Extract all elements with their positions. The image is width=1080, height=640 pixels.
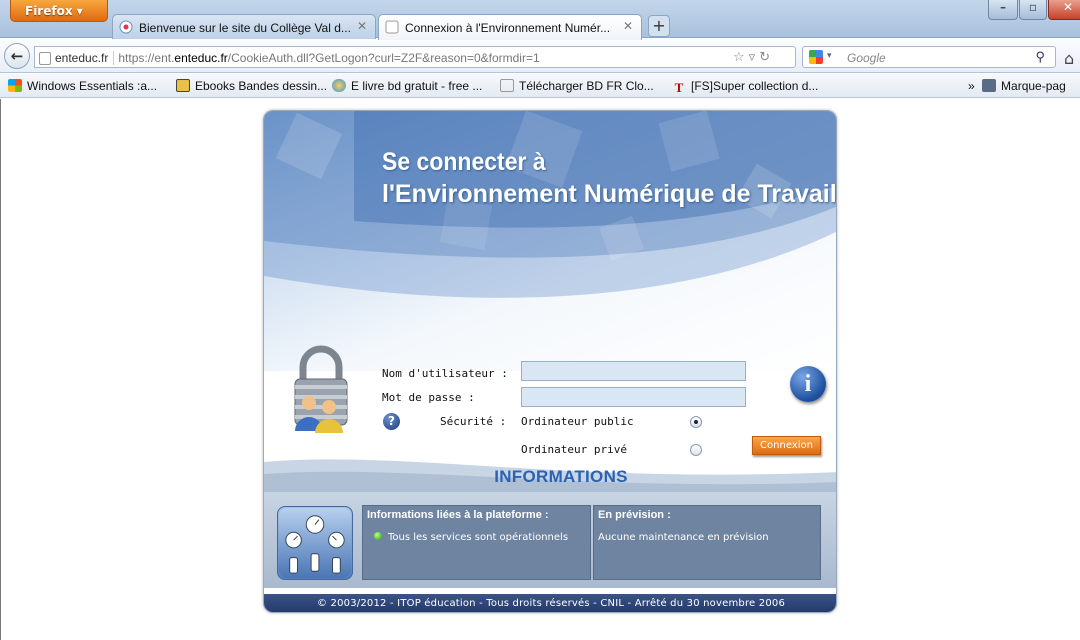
- book-icon: [176, 79, 190, 92]
- bookmarks-menu-label: Marque-pag: [1001, 79, 1066, 93]
- platform-status-text: Tous les services sont opérationnels: [388, 532, 569, 543]
- password-label: Mot de passe :: [382, 391, 475, 404]
- page-favicon-icon: [385, 20, 399, 34]
- option-public-label: Ordinateur public: [521, 415, 634, 428]
- bookmark-label: Télécharger BD FR Clo...: [519, 79, 654, 93]
- google-logo-icon: [809, 50, 823, 64]
- bookmarks-icon: [982, 79, 997, 92]
- page-icon: [500, 79, 514, 92]
- bookmark-label: Windows Essentials :a...: [27, 79, 158, 93]
- header-banner: Se connecter à l'Environnement Numérique…: [264, 111, 837, 371]
- url-actions: ☆▿↻: [733, 50, 774, 65]
- footer-copyright: © 2003/2012 - ITOP éducation - Tous droi…: [264, 594, 836, 612]
- help-icon[interactable]: ?: [383, 413, 400, 430]
- info-icon[interactable]: i: [790, 366, 826, 402]
- title-line-2: l'Environnement Numérique de Travail: [382, 180, 837, 208]
- minimize-button[interactable]: –: [988, 0, 1018, 20]
- close-icon[interactable]: ✕: [623, 19, 633, 33]
- windows-logo-icon: [8, 79, 22, 92]
- tab-strip: Firefox ▾ Bienvenue sur le site du Collè…: [0, 0, 1080, 40]
- tab-college[interactable]: Bienvenue sur le site du Collège Val d..…: [112, 14, 376, 40]
- radio-public-computer[interactable]: [690, 416, 702, 428]
- site-favicon-icon: [119, 20, 133, 34]
- tab-label: Connexion à l'Environnement Numér...: [405, 21, 611, 35]
- padlock-users-icon: [294, 345, 348, 433]
- site-identity[interactable]: enteduc.fr: [39, 51, 115, 65]
- tab-label: Bienvenue sur le site du Collège Val d..…: [139, 21, 351, 35]
- globe-icon: [332, 79, 346, 92]
- close-window-button[interactable]: ✕: [1048, 0, 1080, 20]
- close-icon[interactable]: ✕: [357, 19, 367, 33]
- chevron-right-icon: »: [968, 79, 975, 93]
- navigation-bar: ← enteduc.fr https://ent.enteduc.fr/Cooki…: [0, 39, 1080, 73]
- search-icon[interactable]: ⚲: [1035, 49, 1045, 65]
- back-arrow-icon: ←: [10, 47, 24, 65]
- history-dropdown-icon[interactable]: ▿: [749, 50, 760, 65]
- bookmark-label: E livre bd gratuit - free ...: [351, 79, 483, 93]
- forecast-title: En prévision :: [598, 509, 671, 521]
- star-icon[interactable]: ☆: [733, 50, 749, 65]
- bookmark-telecharger[interactable]: Télécharger BD FR Clo...: [500, 79, 654, 93]
- new-tab-button[interactable]: +: [648, 15, 670, 37]
- informations-heading: INFORMATIONS: [494, 467, 628, 486]
- firefox-menu-label: Firefox: [25, 4, 73, 18]
- forecast-text: Aucune maintenance en prévision: [598, 532, 769, 543]
- bookmark-windows-essentials[interactable]: Windows Essentials :a...: [8, 79, 157, 93]
- url-path: /CookieAuth.dll?GetLogon?curl=Z2F&reason…: [227, 51, 540, 65]
- bookmark-fs-collection[interactable]: T [FS]Super collection d...: [672, 79, 819, 95]
- username-input[interactable]: [521, 361, 746, 381]
- firefox-menu-button[interactable]: Firefox ▾: [10, 0, 108, 22]
- bookmarks-toolbar: Windows Essentials :a... Ebooks Bandes d…: [0, 74, 1080, 98]
- control-panel-icon: [277, 506, 353, 580]
- platform-info-box: Informations liées à la plateforme : Tou…: [362, 505, 591, 580]
- username-label: Nom d'utilisateur :: [382, 367, 508, 380]
- security-label: Sécurité :: [440, 415, 507, 428]
- t-logo-icon: T: [674, 80, 684, 95]
- title-line-1: Se connecter à: [382, 148, 546, 176]
- tab-connexion[interactable]: Connexion à l'Environnement Numér... ✕: [378, 14, 642, 40]
- bookmark-label: Ebooks Bandes dessin...: [195, 79, 328, 93]
- status-ok-icon: [374, 532, 382, 540]
- url-host: enteduc.fr: [174, 51, 228, 65]
- bookmark-elivre[interactable]: E livre bd gratuit - free ...: [332, 79, 482, 93]
- page-content: Se connecter à l'Environnement Numérique…: [0, 99, 1080, 640]
- engine-dropdown-icon[interactable]: ▾: [827, 50, 832, 61]
- bookmark-label: [FS]Super collection d...: [691, 79, 819, 93]
- home-icon[interactable]: ⌂: [1064, 49, 1074, 68]
- connexion-button[interactable]: Connexion: [752, 436, 821, 455]
- browser-window: Firefox ▾ Bienvenue sur le site du Collè…: [0, 0, 1080, 640]
- bookmark-ebooks[interactable]: Ebooks Bandes dessin...: [176, 79, 327, 93]
- login-panel: Se connecter à l'Environnement Numérique…: [263, 110, 837, 613]
- reload-icon[interactable]: ↻: [759, 50, 774, 65]
- search-box[interactable]: ▾ Google ⚲: [802, 46, 1056, 68]
- forecast-box: En prévision : Aucune maintenance en pré…: [593, 505, 821, 580]
- password-input[interactable]: [521, 387, 746, 407]
- bookmarks-overflow[interactable]: » Marque-pag: [968, 79, 1066, 93]
- chevron-down-icon: ▾: [76, 4, 83, 18]
- search-placeholder: Google: [847, 51, 886, 65]
- maximize-button[interactable]: ▫: [1019, 0, 1047, 20]
- platform-info-title: Informations liées à la plateforme :: [367, 509, 549, 521]
- page-title: Se connecter à l'Environnement Numérique…: [382, 147, 837, 209]
- url-bar[interactable]: enteduc.fr https://ent.enteduc.fr/CookieA…: [34, 46, 796, 68]
- back-button[interactable]: ←: [4, 43, 30, 69]
- url-prefix: https://ent.: [118, 51, 175, 65]
